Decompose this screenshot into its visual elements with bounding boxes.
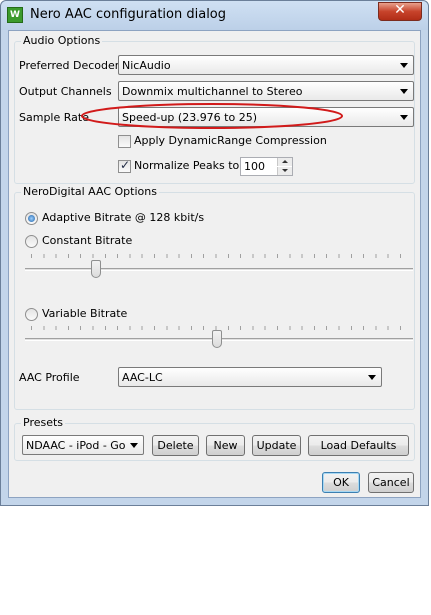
normalize-checkbox[interactable]: ✓ <box>118 158 131 173</box>
delete-preset-button[interactable]: Delete <box>152 435 199 456</box>
output-channels-value: Downmix multichannel to Stereo <box>122 85 303 98</box>
presets-group: Presets NDAAC - iPod - Gooc Delete New U… <box>14 416 415 461</box>
presets-selected-value: NDAAC - iPod - Gooc <box>26 439 126 452</box>
chevron-down-icon <box>400 115 408 120</box>
preferred-decoder-select[interactable]: NicAudio <box>118 55 414 75</box>
output-channels-label: Output Channels <box>19 85 112 98</box>
aac-profile-value: AAC-LC <box>122 371 163 384</box>
spin-up-icon[interactable] <box>277 158 292 166</box>
audio-options-group-label: Audio Options <box>21 34 103 47</box>
sample-rate-select[interactable]: Speed-up (23.976 to 25) <box>118 107 414 127</box>
drc-checkbox[interactable] <box>118 135 131 148</box>
variable-bitrate-radio[interactable] <box>25 308 38 321</box>
app-icon: W <box>7 7 23 23</box>
sample-rate-label: Sample Rate <box>19 111 89 124</box>
ok-button[interactable]: OK <box>322 472 360 493</box>
adaptive-bitrate-radio[interactable] <box>25 212 38 225</box>
close-button[interactable]: ✕ <box>378 2 422 21</box>
chevron-down-icon <box>400 63 408 68</box>
checkmark-icon: ✓ <box>120 158 131 172</box>
sample-rate-value: Speed-up (23.976 to 25) <box>122 111 258 124</box>
load-defaults-button[interactable]: Load Defaults <box>308 435 409 456</box>
title-bar[interactable]: W Nero AAC configuration dialog ✕ <box>1 1 428 30</box>
audio-options-group: Audio Options Preferred Decoder NicAudio… <box>14 34 415 184</box>
normalize-label: Normalize Peaks to <box>134 159 240 172</box>
constant-bitrate-slider-thumb[interactable] <box>91 260 101 278</box>
window-title: Nero AAC configuration dialog <box>30 7 227 22</box>
variable-bitrate-label: Variable Bitrate <box>42 307 128 320</box>
chevron-down-icon <box>130 443 138 448</box>
variable-bitrate-slider-thumb[interactable] <box>212 330 222 348</box>
update-preset-button[interactable]: Update <box>252 435 301 456</box>
dialog-window: W Nero AAC configuration dialog ✕ Audio … <box>0 0 429 506</box>
chevron-down-icon <box>400 89 408 94</box>
constant-bitrate-slider[interactable] <box>25 268 413 271</box>
constant-bitrate-slider-ticks <box>31 254 409 258</box>
nerodigital-options-group: NeroDigital AAC Options Adaptive Bitrate… <box>14 185 415 410</box>
nerodigital-group-label: NeroDigital AAC Options <box>21 185 159 198</box>
normalize-peaks-value: 100 <box>244 160 265 173</box>
radio-selected-icon <box>28 215 35 222</box>
dialog-client-area: Audio Options Preferred Decoder NicAudio… <box>8 30 421 498</box>
normalize-peaks-spinbox[interactable]: 100 <box>240 157 293 176</box>
preferred-decoder-value: NicAudio <box>122 59 171 72</box>
cancel-button[interactable]: Cancel <box>368 472 414 493</box>
chevron-down-icon <box>368 375 376 380</box>
adaptive-bitrate-label: Adaptive Bitrate @ 128 kbit/s <box>42 211 205 224</box>
presets-group-label: Presets <box>21 416 66 429</box>
drc-label: Apply DynamicRange Compression <box>134 134 327 147</box>
preferred-decoder-label: Preferred Decoder <box>19 59 120 72</box>
constant-bitrate-label: Constant Bitrate <box>42 234 133 247</box>
aac-profile-label: AAC Profile <box>19 371 80 384</box>
aac-profile-select[interactable]: AAC-LC <box>118 367 382 387</box>
new-preset-button[interactable]: New <box>206 435 245 456</box>
spin-down-icon[interactable] <box>277 167 292 175</box>
constant-bitrate-radio[interactable] <box>25 235 38 248</box>
close-icon: ✕ <box>394 2 406 18</box>
presets-select[interactable]: NDAAC - iPod - Gooc <box>22 435 144 455</box>
output-channels-select[interactable]: Downmix multichannel to Stereo <box>118 81 414 101</box>
